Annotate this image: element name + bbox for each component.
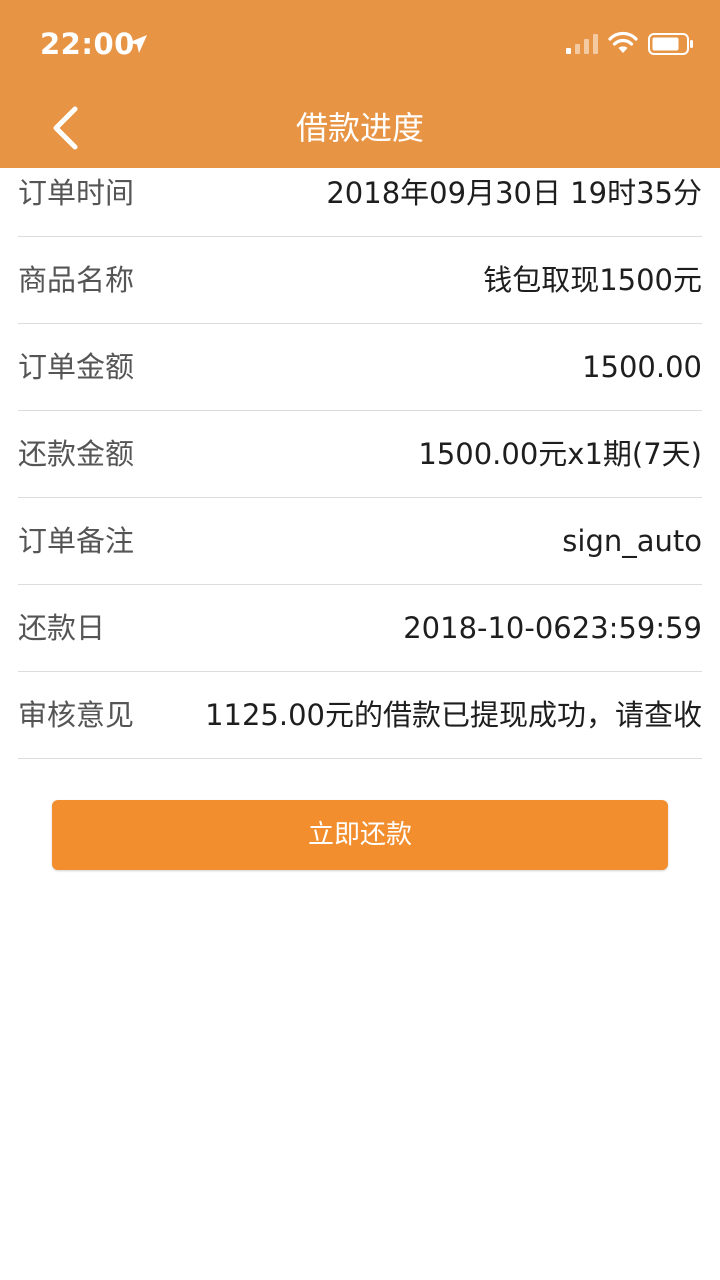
detail-label: 订单金额 xyxy=(18,350,135,384)
detail-row-order-amount: 订单金额 1500.00 xyxy=(18,324,702,411)
status-time: 22:00 xyxy=(40,27,135,61)
detail-value: 1125.00元的借款已提现成功，请查收 xyxy=(205,698,702,732)
detail-label: 订单时间 xyxy=(18,176,135,210)
detail-label: 还款金额 xyxy=(18,437,135,471)
detail-row-order-time: 订单时间 2018年09月30日 19时35分 xyxy=(18,150,702,237)
detail-row-review-opinion: 审核意见 1125.00元的借款已提现成功，请查收 xyxy=(18,672,702,759)
chevron-left-icon xyxy=(53,106,78,150)
battery-icon xyxy=(648,33,693,55)
detail-label: 还款日 xyxy=(18,611,106,645)
detail-row-order-note: 订单备注 sign_auto xyxy=(18,498,702,585)
order-detail-list: 订单时间 2018年09月30日 19时35分 商品名称 钱包取现1500元 订… xyxy=(18,150,702,759)
detail-label: 订单备注 xyxy=(18,524,135,558)
detail-value: 钱包取现1500元 xyxy=(483,263,702,297)
detail-value: 1500.00元x1期(7天) xyxy=(418,437,702,471)
cellular-signal-icon xyxy=(566,34,598,54)
wifi-icon xyxy=(608,31,638,53)
repay-now-button[interactable]: 立即还款 xyxy=(52,800,668,870)
detail-label: 商品名称 xyxy=(18,263,135,297)
detail-row-repayment-date: 还款日 2018-10-0623:59:59 xyxy=(18,585,702,672)
detail-value: sign_auto xyxy=(562,524,702,558)
app-header: 22:00 借款进度 xyxy=(0,0,720,168)
location-arrow-icon xyxy=(129,35,147,53)
status-bar: 22:00 xyxy=(0,0,720,88)
detail-value: 2018-10-0623:59:59 xyxy=(403,611,702,645)
detail-value: 2018年09月30日 19时35分 xyxy=(326,176,702,210)
detail-row-product-name: 商品名称 钱包取现1500元 xyxy=(18,237,702,324)
detail-label: 审核意见 xyxy=(18,698,135,732)
detail-value: 1500.00 xyxy=(582,350,702,384)
back-button[interactable] xyxy=(38,98,98,158)
detail-row-repayment-amount: 还款金额 1500.00元x1期(7天) xyxy=(18,411,702,498)
